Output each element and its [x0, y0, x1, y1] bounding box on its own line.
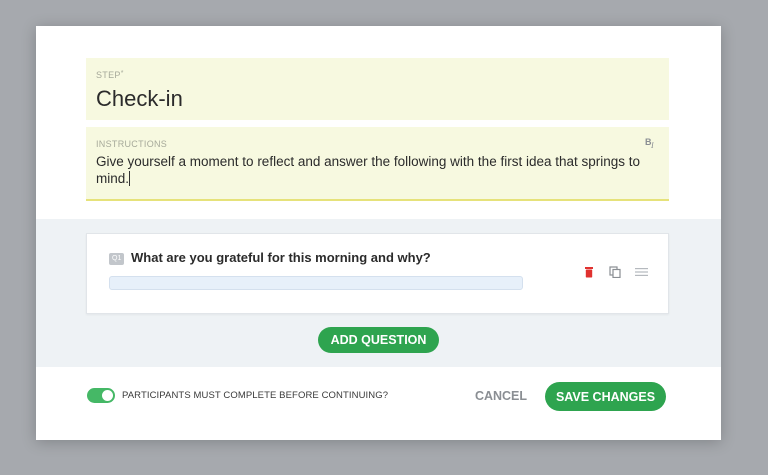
step-label: STEP* [96, 70, 124, 80]
edit-step-modal: STEP* Check-in INSTRUCTIONS B I Give you… [36, 26, 721, 440]
required-mark: * [120, 70, 124, 77]
completion-toggle-label: PARTICIPANTS MUST COMPLETE BEFORE CONTIN… [122, 390, 389, 401]
svg-text:I: I [650, 141, 654, 149]
trash-icon[interactable] [582, 265, 596, 279]
question-badge: Q1 [109, 253, 125, 265]
question-text[interactable]: What are you grateful for this morning a… [131, 250, 431, 265]
instructions-field[interactable]: INSTRUCTIONS B I Give yourself a moment … [86, 127, 669, 201]
question-actions [582, 265, 660, 279]
completion-toggle[interactable] [87, 388, 115, 403]
answer-input[interactable] [109, 276, 523, 290]
question-card: Q1 What are you grateful for this mornin… [86, 233, 669, 314]
instructions-text[interactable]: Give yourself a moment to reflect and an… [96, 153, 651, 187]
drag-handle-icon[interactable] [634, 265, 648, 279]
step-field[interactable]: STEP* Check-in [86, 58, 669, 120]
text-caret [129, 171, 131, 186]
cancel-button[interactable]: CANCEL [466, 386, 536, 406]
add-question-button[interactable]: ADD QUESTION [318, 327, 439, 353]
copy-icon[interactable] [608, 265, 622, 279]
instructions-label: INSTRUCTIONS [96, 139, 168, 149]
step-value[interactable]: Check-in [96, 86, 183, 112]
questions-area: Q1 What are you grateful for this mornin… [36, 219, 721, 367]
save-changes-button[interactable]: SAVE CHANGES [545, 382, 666, 411]
text-format-icon[interactable]: B I [645, 135, 659, 149]
toggle-knob [102, 390, 113, 401]
